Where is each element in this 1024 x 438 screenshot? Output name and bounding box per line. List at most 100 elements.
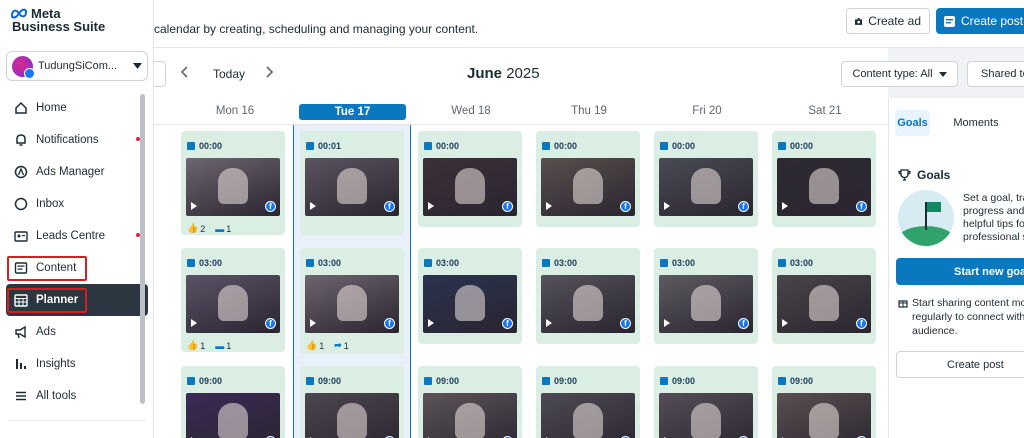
sidebar-item-label: All tools	[36, 390, 77, 402]
goals-illustration	[898, 190, 954, 246]
post-type-icon	[660, 377, 668, 385]
post-card[interactable]: 00:00 f	[654, 131, 758, 227]
like-icon: 👍	[187, 223, 199, 233]
thumbnail-figure	[573, 403, 603, 438]
post-thumbnail[interactable]: f	[541, 158, 635, 216]
post-time-text: 09:00	[790, 376, 814, 386]
post-thumbnail[interactable]: f	[186, 393, 280, 438]
post-card[interactable]: 03:00 f	[418, 248, 522, 344]
post-card[interactable]: 03:00 f	[772, 248, 876, 344]
play-icon	[546, 319, 552, 327]
content-type-dropdown[interactable]: Content type: All	[841, 61, 958, 87]
shared-to-dropdown[interactable]: Shared to	[967, 61, 1024, 87]
start-new-goal-button[interactable]: Start new goal	[896, 258, 1024, 285]
post-stats: 👍 2 ▬ 1	[187, 223, 231, 234]
create-post-button[interactable]: Create post	[936, 8, 1024, 34]
post-card[interactable]: 00:01 f	[300, 131, 404, 235]
sidebar-item-inbox[interactable]: Inbox	[0, 188, 146, 220]
day-header-mon[interactable]: Mon 16	[176, 105, 294, 117]
post-time: 00:01	[306, 141, 341, 151]
post-card[interactable]: 00:00 f	[536, 131, 640, 227]
post-thumbnail[interactable]: f	[777, 275, 871, 333]
tab-moments[interactable]: Moments	[951, 110, 1001, 136]
post-card[interactable]: 03:00 f 👍 1 ▬ 1	[181, 248, 285, 352]
day-header-tue-selected[interactable]: Tue 17	[299, 104, 406, 120]
facebook-icon: f	[384, 318, 395, 329]
post-thumbnail[interactable]: f	[305, 158, 399, 216]
day-header-fri[interactable]: Fri 20	[648, 105, 766, 117]
day-header-wed[interactable]: Wed 18	[412, 105, 530, 117]
facebook-icon: f	[620, 318, 631, 329]
prev-week-button[interactable]	[180, 66, 189, 81]
post-card[interactable]: 03:00 f	[536, 248, 640, 344]
post-card[interactable]: 00:00 f	[418, 131, 522, 227]
sidebar-nav: Home Notifications Ads Manager Inbox Lea…	[0, 92, 148, 412]
content-icon	[13, 261, 28, 276]
post-type-icon	[660, 142, 668, 150]
post-thumbnail[interactable]: f	[659, 393, 753, 438]
thumbnail-figure	[337, 403, 367, 438]
day-header-sat[interactable]: Sat 21	[766, 105, 884, 117]
sidebar-item-insights[interactable]: Insights	[0, 348, 146, 380]
next-week-button[interactable]	[265, 66, 274, 81]
sidebar-item-content[interactable]: Content	[0, 252, 146, 284]
sidebar-item-planner[interactable]: Planner	[6, 284, 148, 316]
post-card[interactable]: 09:00 f	[654, 366, 758, 438]
post-card[interactable]: 09:00 f	[181, 366, 285, 438]
account-switcher[interactable]: TudungSiCom...	[6, 51, 148, 81]
post-stats: 👍 1 ▬ 1	[187, 340, 231, 351]
thumbnail-figure	[691, 168, 721, 204]
post-thumbnail[interactable]: f	[423, 158, 517, 216]
post-card[interactable]: 09:00 f	[536, 366, 640, 438]
facebook-icon: f	[856, 318, 867, 329]
page-description: calendar by creating, scheduling and man…	[154, 22, 479, 36]
tab-goals[interactable]: Goals	[895, 110, 930, 136]
post-thumbnail[interactable]: f	[423, 393, 517, 438]
post-thumbnail[interactable]: f	[777, 158, 871, 216]
post-thumbnail[interactable]: f	[305, 275, 399, 333]
post-time: 00:00	[187, 141, 222, 151]
create-ad-button[interactable]: Create ad	[846, 8, 930, 34]
sidebar-item-ads-manager[interactable]: Ads Manager	[0, 156, 146, 188]
post-type-icon	[424, 377, 432, 385]
sidebar-scrollbar[interactable]	[140, 94, 145, 404]
post-card[interactable]: 03:00 f	[654, 248, 758, 344]
meta-logo[interactable]: Meta Business Suite	[10, 7, 105, 33]
post-thumbnail[interactable]: f	[186, 275, 280, 333]
sidebar-item-home[interactable]: Home	[0, 92, 146, 124]
post-stats: 👍 1 ➦ 1	[306, 340, 349, 351]
panel-create-post-button[interactable]: Create post	[896, 351, 1024, 378]
thumbnail-figure	[573, 168, 603, 204]
post-type-icon	[542, 259, 550, 267]
post-thumbnail[interactable]: f	[541, 275, 635, 333]
play-icon	[428, 202, 434, 210]
post-time-text: 03:00	[436, 258, 460, 268]
post-thumbnail[interactable]: f	[541, 393, 635, 438]
post-thumbnail[interactable]: f	[186, 158, 280, 216]
post-time-text: 00:00	[199, 141, 223, 151]
thumbnail-figure	[337, 168, 367, 204]
post-card[interactable]: 09:00 f	[300, 366, 404, 438]
sidebar-item-all-tools[interactable]: All tools	[0, 380, 146, 412]
post-thumbnail[interactable]: f	[659, 275, 753, 333]
sidebar-item-ads[interactable]: Ads	[0, 316, 146, 348]
post-thumbnail[interactable]: f	[305, 393, 399, 438]
brand-business-suite: Business Suite	[12, 19, 106, 34]
post-card[interactable]: 09:00 f	[418, 366, 522, 438]
account-avatar	[12, 55, 35, 79]
post-time: 09:00	[660, 376, 695, 386]
post-thumbnail[interactable]: f	[777, 393, 871, 438]
post-card[interactable]: 09:00 f	[772, 366, 876, 438]
today-button[interactable]: Today	[213, 67, 245, 81]
collapsed-control[interactable]	[154, 61, 166, 87]
post-thumbnail[interactable]: f	[423, 275, 517, 333]
post-card[interactable]: 00:00 f	[772, 131, 876, 227]
sidebar-item-notifications[interactable]: Notifications	[0, 124, 146, 156]
post-time: 03:00	[660, 258, 695, 268]
post-card[interactable]: 00:00 f 👍 2 ▬ 1	[181, 131, 285, 235]
post-thumbnail[interactable]: f	[659, 158, 753, 216]
day-header-thu[interactable]: Thu 19	[530, 105, 648, 117]
megaphone-icon	[13, 325, 28, 340]
sidebar-item-leads-centre[interactable]: Leads Centre	[0, 220, 146, 252]
post-card[interactable]: 03:00 f 👍 1 ➦ 1	[300, 248, 404, 354]
